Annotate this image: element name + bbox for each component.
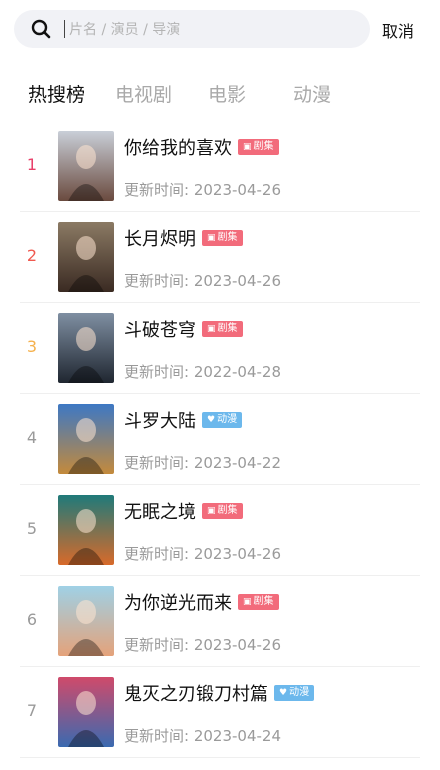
category-badge-label: 剧集 [253, 596, 274, 607]
update-time-label: 更新时间: [124, 363, 194, 381]
category-badge-label: 动漫 [289, 687, 310, 698]
update-time: 更新时间: 2023-04-22 [124, 452, 281, 473]
list-item[interactable]: 3 斗破苍穹 ▣ 剧集更新时间: 2022-04-28 [0, 303, 440, 394]
tab-anime[interactable]: 动漫 [293, 80, 331, 107]
show-title-text: 长月烬明 [124, 229, 196, 250]
update-time: 更新时间: 2023-04-26 [124, 270, 281, 291]
category-badge-label: 剧集 [217, 323, 238, 334]
search-icon [31, 19, 51, 39]
update-time-label: 更新时间: [124, 181, 194, 199]
update-time: 更新时间: 2023-04-26 [124, 543, 281, 564]
tv-icon: ▣ [207, 506, 216, 516]
rank-number: 4 [26, 428, 38, 447]
poster-thumbnail[interactable] [58, 222, 114, 292]
show-title-text: 你给我的喜欢 [124, 138, 232, 159]
list-item[interactable]: 4 斗罗大陆 ♥ 动漫更新时间: 2023-04-22 [0, 394, 440, 485]
anime-icon: ♥ [279, 688, 288, 698]
tab-movies[interactable]: 电影 [208, 80, 246, 107]
category-tabs: 热搜榜 电视剧 电影 动漫 [28, 80, 428, 108]
rank-number: 2 [26, 246, 38, 265]
show-title-text: 斗罗大陆 [124, 411, 196, 432]
tab-hot-search[interactable]: 热搜榜 [28, 80, 85, 107]
list-item[interactable]: 1 你给我的喜欢 ▣ 剧集更新时间: 2023-04-26 [0, 121, 440, 212]
update-time-date: 2023-04-24 [193, 727, 282, 745]
category-badge-label: 剧集 [217, 505, 238, 516]
show-title: 你给我的喜欢 ▣ 剧集 [124, 134, 279, 160]
show-title: 为你逆光而来 ▣ 剧集 [124, 589, 279, 615]
list-item[interactable]: 6 为你逆光而来 ▣ 剧集更新时间: 2023-04-26 [0, 576, 440, 667]
tab-tv-series[interactable]: 电视剧 [115, 80, 172, 107]
update-time: 更新时间: 2023-04-26 [124, 634, 281, 655]
update-time-date: 2023-04-22 [193, 454, 282, 472]
show-title: 鬼灭之刃锻刀村篇 ♥ 动漫 [124, 680, 315, 706]
update-time: 更新时间: 2022-04-28 [124, 361, 281, 382]
list-item[interactable]: 5 无眠之境 ▣ 剧集更新时间: 2023-04-26 [0, 485, 440, 576]
poster-thumbnail[interactable] [58, 677, 114, 747]
category-badge: ♥ 动漫 [274, 685, 315, 701]
category-badge-label: 动漫 [217, 414, 238, 425]
tv-icon: ▣ [243, 597, 252, 607]
show-title-text: 为你逆光而来 [124, 593, 232, 614]
update-time-date: 2023-04-26 [193, 636, 282, 654]
category-badge: ▣ 剧集 [238, 139, 279, 155]
update-time-label: 更新时间: [124, 727, 194, 745]
anime-icon: ♥ [207, 415, 216, 425]
rank-number: 1 [26, 155, 38, 174]
show-title: 无眠之境 ▣ 剧集 [124, 498, 243, 524]
tv-icon: ▣ [207, 233, 216, 243]
rank-number: 6 [26, 610, 38, 629]
show-title: 斗破苍穹 ▣ 剧集 [124, 316, 243, 342]
category-badge: ▣ 剧集 [202, 321, 243, 337]
update-time-date: 2023-04-26 [193, 181, 282, 199]
tv-icon: ▣ [207, 324, 216, 334]
tv-icon: ▣ [243, 142, 252, 152]
list-item[interactable]: 2 长月烬明 ▣ 剧集更新时间: 2023-04-26 [0, 212, 440, 303]
list-item[interactable]: 7 鬼灭之刃锻刀村篇 ♥ 动漫更新时间: 2023-04-24 [0, 667, 440, 758]
show-title: 长月烬明 ▣ 剧集 [124, 225, 243, 251]
cancel-button[interactable]: 取消 [382, 18, 414, 42]
category-badge: ♥ 动漫 [202, 412, 243, 428]
search-box[interactable] [14, 10, 370, 48]
category-badge-label: 剧集 [217, 232, 238, 243]
update-time-label: 更新时间: [124, 636, 194, 654]
show-title-text: 鬼灭之刃锻刀村篇 [124, 684, 268, 705]
show-title-text: 斗破苍穹 [124, 320, 196, 341]
update-time-label: 更新时间: [124, 545, 194, 563]
search-row: 取消 [14, 10, 428, 48]
poster-thumbnail[interactable] [58, 586, 114, 656]
poster-thumbnail[interactable] [58, 131, 114, 201]
rank-number: 5 [26, 519, 38, 538]
poster-thumbnail[interactable] [58, 313, 114, 383]
poster-thumbnail[interactable] [58, 404, 114, 474]
poster-thumbnail[interactable] [58, 495, 114, 565]
show-title: 斗罗大陆 ♥ 动漫 [124, 407, 243, 433]
category-badge-label: 剧集 [253, 141, 274, 152]
update-time-label: 更新时间: [124, 454, 194, 472]
update-time: 更新时间: 2023-04-26 [124, 179, 281, 200]
update-time: 更新时间: 2023-04-24 [124, 725, 281, 746]
update-time-date: 2023-04-26 [193, 272, 282, 290]
show-title-text: 无眠之境 [124, 502, 196, 523]
rank-number: 3 [26, 337, 38, 356]
update-time-date: 2023-04-26 [193, 545, 282, 563]
update-time-date: 2022-04-28 [193, 363, 282, 381]
rank-number: 7 [26, 701, 38, 720]
text-caret [64, 20, 65, 38]
category-badge: ▣ 剧集 [238, 594, 279, 610]
search-input[interactable] [67, 14, 351, 46]
update-time-label: 更新时间: [124, 272, 194, 290]
category-badge: ▣ 剧集 [202, 503, 243, 519]
category-badge: ▣ 剧集 [202, 230, 243, 246]
